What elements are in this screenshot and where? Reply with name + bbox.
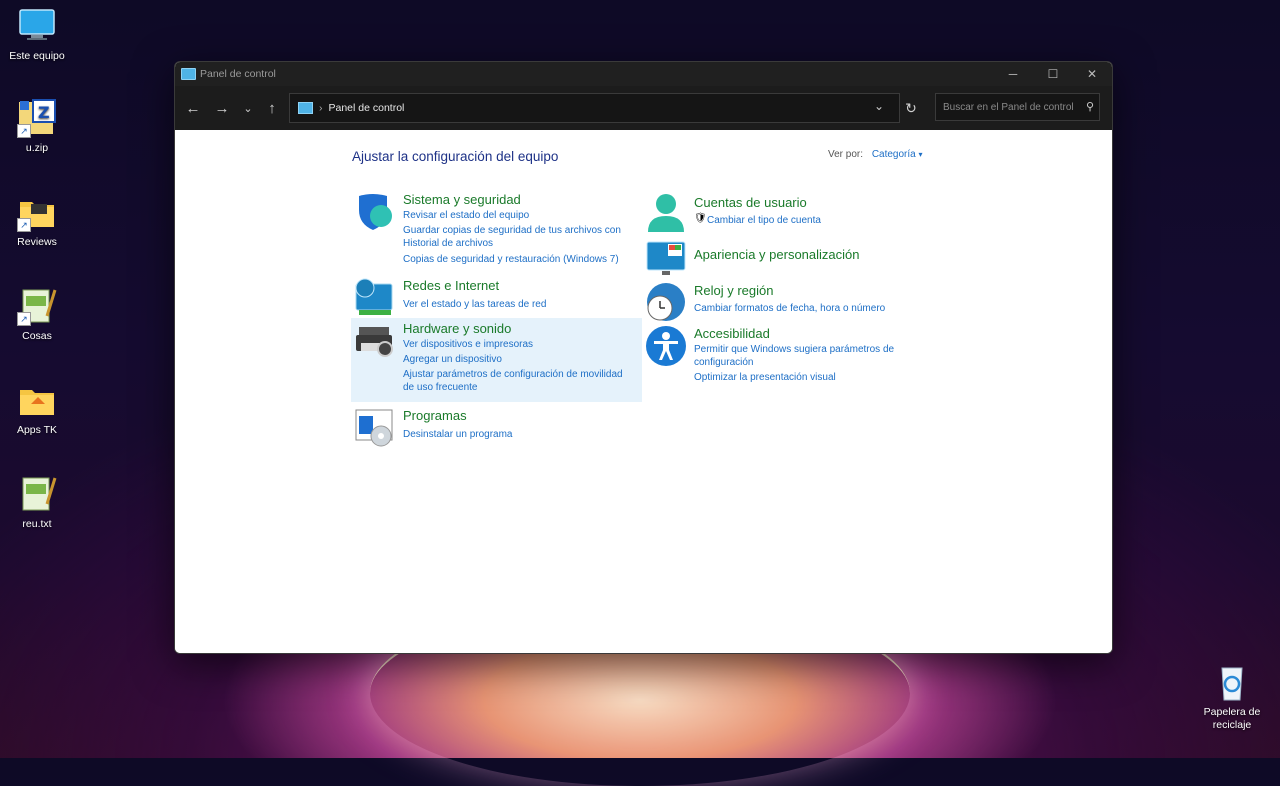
desktop-icon-u-zip[interactable]: Z ↗ u.zip <box>0 98 74 155</box>
desktop-icon-reviews[interactable]: ↗ Reviews <box>0 192 74 249</box>
address-bar[interactable]: › Panel de control ⌄ <box>289 93 900 123</box>
svg-text:Z: Z <box>38 103 50 122</box>
clock-globe-icon <box>646 282 686 322</box>
category-link[interactable]: Agregar un dispositivo <box>403 353 643 366</box>
desktop-icon-label: Apps TK <box>16 424 58 436</box>
category-title[interactable]: Reloj y región <box>694 283 774 298</box>
category-link[interactable]: Cambiar el tipo de cuenta <box>707 214 927 227</box>
search-placeholder: Buscar en el Panel de control <box>943 101 1074 113</box>
shortcut-arrow-icon: ↗ <box>17 312 31 326</box>
control-panel-window: Panel de control ─ ☐ ✕ ← → ⌄ ↑ › Panel d… <box>174 61 1113 654</box>
control-panel-icon <box>298 102 313 114</box>
chevron-down-icon: ⌄ <box>243 102 253 115</box>
window-title: Panel de control <box>200 68 276 80</box>
desktop-icon-este-equipo[interactable]: Este equipo <box>0 6 74 63</box>
category-link[interactable]: Ver dispositivos e impresoras <box>403 338 643 351</box>
desktop-icon-apps-tk[interactable]: Apps TK <box>0 380 74 437</box>
recent-locations-button[interactable]: ⌄ <box>236 96 260 120</box>
notepad-file-icon <box>17 474 57 514</box>
appearance-monitor-icon <box>646 238 686 278</box>
monitor-icon <box>17 6 57 46</box>
forward-button[interactable]: → <box>210 96 234 120</box>
shortcut-arrow-icon: ↗ <box>17 124 31 138</box>
programs-icon <box>355 408 395 448</box>
accessibility-icon <box>646 326 686 366</box>
uac-shield-icon: 🛡 <box>694 213 707 224</box>
maximize-button[interactable]: ☐ <box>1033 62 1073 86</box>
page-title: Ajustar la configuración del equipo <box>352 149 559 164</box>
refresh-button[interactable]: ↻ <box>899 96 923 120</box>
close-button[interactable]: ✕ <box>1072 62 1112 86</box>
category-title[interactable]: Sistema y seguridad <box>403 192 521 207</box>
control-panel-content: Ajustar la configuración del equipo Ver … <box>175 130 1112 653</box>
network-globe-icon <box>355 278 395 318</box>
user-icon <box>646 192 686 232</box>
category-title[interactable]: Apariencia y personalización <box>694 247 859 262</box>
category-link[interactable]: Ajustar parámetros de configuración de m… <box>403 368 635 394</box>
category-title[interactable]: Programas <box>403 408 467 423</box>
category-link[interactable]: Revisar el estado del equipo <box>403 209 633 222</box>
dropdown-caret-icon[interactable]: ▾ <box>919 150 923 159</box>
desktop-icon-label: Cosas <box>22 330 52 342</box>
breadcrumb-item[interactable]: Panel de control <box>329 102 405 114</box>
back-button[interactable]: ← <box>181 96 205 120</box>
zip-file-icon: Z ↗ <box>17 98 57 138</box>
up-button[interactable]: ↑ <box>260 96 284 120</box>
recycle-bin-icon <box>1212 662 1252 702</box>
shortcut-arrow-icon: ↗ <box>17 218 31 232</box>
arrow-right-icon: → <box>214 99 230 117</box>
address-dropdown-icon[interactable]: ⌄ <box>874 99 884 113</box>
breadcrumb-separator-icon: › <box>319 102 323 114</box>
desktop-icon-label: reu.txt <box>22 518 52 530</box>
close-icon: ✕ <box>1086 67 1098 81</box>
category-link[interactable]: Guardar copias de seguridad de tus archi… <box>403 224 633 250</box>
category-link[interactable]: Optimizar la presentación visual <box>694 371 914 384</box>
desktop-icon-label: Papelera de reciclaje <box>1203 706 1261 731</box>
folder-icon <box>17 380 57 420</box>
view-by-label: Ver por: <box>828 149 864 160</box>
folder-icon: ↗ <box>17 192 57 232</box>
minimize-button[interactable]: ─ <box>993 62 1033 86</box>
printer-icon <box>355 321 395 361</box>
category-title[interactable]: Redes e Internet <box>403 278 499 293</box>
refresh-icon: ↻ <box>905 99 917 116</box>
desktop-icon-label: u.zip <box>25 142 49 154</box>
shield-icon <box>355 192 395 232</box>
desktop-icon-label: Este equipo <box>9 50 65 62</box>
desktop-icon-cosas[interactable]: ↗ Cosas <box>0 286 74 343</box>
desktop-icon-recycle-bin[interactable]: Papelera de reciclaje <box>1195 662 1269 732</box>
view-by: Ver por: Categoría ▾ <box>828 149 923 160</box>
minimize-icon: ─ <box>1008 67 1018 81</box>
arrow-up-icon: ↑ <box>268 99 276 117</box>
arrow-left-icon: ← <box>185 99 201 117</box>
category-title[interactable]: Accesibilidad <box>694 326 770 341</box>
category-title[interactable]: Hardware y sonido <box>403 321 511 336</box>
titlebar[interactable]: Panel de control ─ ☐ ✕ <box>175 62 1112 86</box>
category-link[interactable]: Permitir que Windows sugiera parámetros … <box>694 343 904 369</box>
search-input[interactable]: Buscar en el Panel de control ⚲ <box>935 93 1100 121</box>
view-by-dropdown[interactable]: Categoría <box>872 149 916 160</box>
navigation-bar: ← → ⌄ ↑ › Panel de control ⌄ ↻ Buscar en… <box>175 86 1112 130</box>
category-link[interactable]: Desinstalar un programa <box>403 428 643 441</box>
search-icon[interactable]: ⚲ <box>1086 100 1094 113</box>
maximize-icon: ☐ <box>1047 67 1059 81</box>
category-link[interactable]: Copias de seguridad y restauración (Wind… <box>403 253 643 266</box>
category-link[interactable]: Ver el estado y las tareas de red <box>403 298 643 311</box>
control-panel-icon <box>181 68 196 80</box>
category-link[interactable]: Cambiar formatos de fecha, hora o número <box>694 302 934 315</box>
desktop-icon-reu-txt[interactable]: reu.txt <box>0 474 74 531</box>
category-title[interactable]: Cuentas de usuario <box>694 195 807 210</box>
desktop-icon-label: Reviews <box>17 236 57 248</box>
notepad-file-icon: ↗ <box>17 286 57 326</box>
